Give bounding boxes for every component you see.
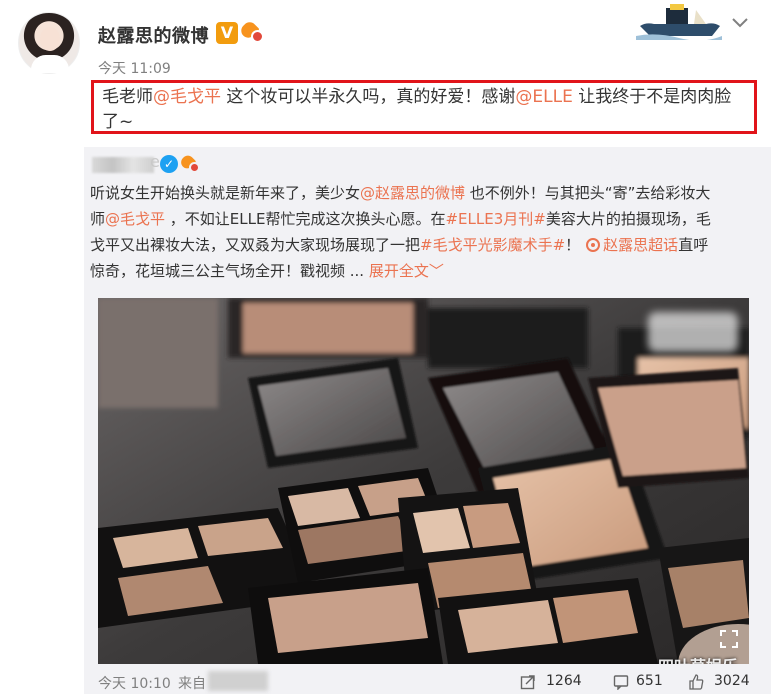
super-topic-icon: [586, 238, 601, 252]
repost-count[interactable]: 1264: [546, 673, 582, 689]
super-topic-link[interactable]: 赵露思超话: [603, 236, 678, 254]
repost-container: e ✓ 听说女生开始换头就是新年来了，美少女@赵露思的微博 也不例外！与其把头“…: [84, 147, 771, 694]
comment-count[interactable]: 651: [636, 673, 663, 689]
repost-line: 惊奇，花垣城三公主气场全开！戳视频 ... 展开全文﹀: [90, 258, 750, 284]
mention-link[interactable]: @毛戈平: [105, 210, 165, 228]
fullscreen-icon[interactable]: [718, 628, 740, 650]
source-blurred[interactable]: [208, 671, 268, 691]
post-text: 毛老师@毛戈平 这个妆可以半永久吗，真的好爱！感谢@ELLE 让我终于不是肉肉脸…: [91, 80, 757, 134]
repost-line: 师@毛戈平 ，不如让ELLE帮忙完成这次换头心愿。在#ELLE3月刊#美容大片的…: [90, 206, 750, 232]
text-span: ！: [565, 236, 581, 254]
expand-full-text-link[interactable]: 展开全文: [369, 262, 429, 280]
text-span: ，不如让ELLE帮忙完成这次换头心愿。在: [165, 210, 446, 228]
avatar-face: [40, 27, 60, 51]
video-player[interactable]: 四叶草娱乐: [98, 298, 749, 664]
corner-watermark: 四叶草娱乐: [658, 653, 738, 664]
avatar[interactable]: [18, 12, 80, 74]
verified-badge-icon: V: [216, 22, 238, 44]
text-span: 师: [90, 210, 106, 228]
source-label: 来自: [178, 676, 206, 692]
repost-author-blurred[interactable]: [92, 157, 154, 173]
hashtag-link[interactable]: #ELLE3月刊#: [445, 210, 545, 228]
post-text-seg: 这个妆可以半永久吗，真的好爱！感谢: [221, 87, 516, 107]
hashtag-link[interactable]: #毛戈平光影魔术手#: [420, 236, 565, 254]
verified-badge-icon: ✓: [160, 155, 178, 173]
member-badge-icon: [178, 153, 201, 174]
repost-author-tail: e: [150, 152, 160, 171]
mention-link[interactable]: @毛戈平: [153, 87, 221, 107]
like-count[interactable]: 3024: [714, 673, 750, 689]
repost-line: 戈平又出裸妆大法，又双叒为大家现场展现了一把#毛戈平光影魔术手#！ 赵露思超话直呼: [90, 232, 750, 258]
boat-decoration-icon: [636, 4, 722, 40]
weibo-post-card: 赵露思的微博 V 今天 11:09 毛老师@毛戈平 这个妆可以半永久吗，真的好爱…: [0, 0, 771, 694]
text-span: 美容大片的拍摄现场，毛: [545, 210, 711, 228]
avatar-body: [31, 55, 69, 73]
like-icon[interactable]: [688, 674, 704, 690]
repost-timestamp[interactable]: 今天 10:10: [98, 673, 171, 693]
blurred-watermark: [648, 312, 738, 352]
username[interactable]: 赵露思的微博: [98, 22, 209, 48]
comment-icon[interactable]: [613, 674, 629, 690]
text-span: 也不例外！与其把头“寄”去给彩妆大: [465, 184, 711, 202]
share-icon[interactable]: [520, 674, 536, 690]
post-timestamp[interactable]: 今天 11:09: [98, 58, 171, 78]
repost-line: 听说女生开始换头就是新年来了，美少女@赵露思的微博 也不例外！与其把头“寄”去给…: [90, 180, 750, 206]
chevron-down-icon[interactable]: [731, 16, 749, 30]
chevron-down-icon[interactable]: ﹀: [429, 262, 444, 280]
video-frame-makeup-palettes: [98, 298, 749, 664]
text-span: 惊奇，花垣城三公主气场全开！戳视频 ...: [90, 262, 369, 280]
repost-text: 听说女生开始换头就是新年来了，美少女@赵露思的微博 也不例外！与其把头“寄”去给…: [90, 180, 750, 284]
member-badge-icon: [238, 19, 265, 45]
text-span: 戈平又出裸妆大法，又双叒为大家现场展现了一把: [90, 236, 421, 254]
text-span: 听说女生开始换头就是新年来了，美少女: [90, 184, 361, 202]
text-span: 直呼: [678, 236, 709, 254]
mention-link[interactable]: @ELLE: [515, 87, 572, 107]
post-text-seg: 毛老师: [102, 87, 153, 107]
mention-link[interactable]: @赵露思的微博: [360, 184, 465, 202]
